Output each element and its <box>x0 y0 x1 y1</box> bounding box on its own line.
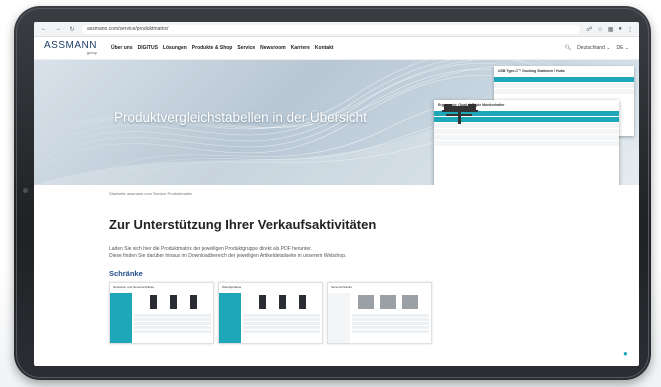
cabinet-image <box>380 295 396 309</box>
country-select[interactable]: Deutschland ⌄ <box>577 45 610 51</box>
breadcrumb[interactable]: Startseite assmann.com Service Produktma… <box>34 185 639 203</box>
site-logo[interactable]: ASSMANN group <box>44 41 97 55</box>
thumbnail-table <box>352 313 429 334</box>
share-icon[interactable]: ☍ <box>586 26 592 33</box>
camera-icon <box>23 188 28 193</box>
pdf-preview-monitor-arms: Ergonomie: Quad & Triple Monitorhalter <box>434 100 619 185</box>
monitor-arm-image <box>442 106 478 124</box>
cabinet-image <box>402 295 418 309</box>
intro-line-2: Diese finden Sie darüber hinaus im Downl… <box>109 253 347 259</box>
back-icon[interactable]: ← <box>40 26 48 32</box>
menu-icon[interactable]: ⋮ <box>627 26 633 33</box>
cabinet-image <box>279 295 286 309</box>
nav-item-newsroom[interactable]: Newsroom <box>260 45 286 51</box>
thumbnail-sidebar <box>219 293 241 343</box>
star-icon[interactable]: ☆ <box>597 26 602 33</box>
cabinet-image <box>190 295 197 309</box>
nav-item-karriere[interactable]: Karriere <box>291 45 310 51</box>
cabinet-image <box>170 295 177 309</box>
pdf-table-header-row <box>494 77 634 82</box>
pdf-thumbnail-title: Wandgehäuse <box>222 285 242 289</box>
pdf-table-row <box>434 141 619 146</box>
nav-item-digitus[interactable]: DIGITUS <box>138 45 158 51</box>
pdf-thumbnail-title: Netzwerk- und Serverschränke <box>113 285 155 289</box>
url-text: assmann.com/service/produktmatrix/ <box>87 26 169 32</box>
cabinet-image <box>150 295 157 309</box>
address-bar[interactable]: assmann.com/service/produktmatrix/ <box>82 24 581 34</box>
pdf-table-row <box>494 89 634 94</box>
pdf-table-row <box>434 129 619 134</box>
pdf-table-row <box>434 135 619 140</box>
nav-item-produkte-shop[interactable]: Produkte & Shop <box>192 45 233 51</box>
thumbnail-sidebar <box>110 293 132 343</box>
country-label: Deutschland <box>577 45 605 51</box>
thumbnail-sidebar <box>328 293 350 343</box>
nav-item-ueber-uns[interactable]: Über uns <box>111 45 133 51</box>
pdf-thumbnail-list: Netzwerk- und Serverschränke Wandgehäuse… <box>34 278 639 344</box>
intro-line-1: Laden Sie sich hier die Produktmatrix de… <box>109 246 312 252</box>
pdf-thumbnail[interactable]: Serverschränke <box>327 282 432 344</box>
pdf-thumbnail-title: Serverschränke <box>331 285 353 289</box>
extensions-icon[interactable]: ▦ <box>608 26 614 33</box>
site-header: ASSMANN group Über uns DIGITUS Lösungen … <box>34 37 639 60</box>
logo-subtext: group <box>86 50 97 55</box>
thumbnail-table <box>243 313 320 334</box>
pdf-preview-docking-title: USB Type-C™ Docking Stationen / Hubs <box>498 69 565 73</box>
pdf-thumbnail[interactable]: Wandgehäuse <box>218 282 323 344</box>
forward-icon[interactable]: → <box>54 26 62 32</box>
nav-item-kontakt[interactable]: Kontakt <box>315 45 334 51</box>
category-title-schraenke: Schränke <box>109 269 143 278</box>
cabinet-image <box>299 295 306 309</box>
pdf-thumbnail[interactable]: Netzwerk- und Serverschränke <box>109 282 214 344</box>
chat-icon[interactable]: ● <box>623 350 631 358</box>
hero-banner: Produktvergleichstabellen in der Übersic… <box>34 60 639 185</box>
intro-text: Laden Sie sich hier die Produktmatrix de… <box>34 232 639 260</box>
language-label: DE <box>616 45 624 51</box>
hero-title: Produktvergleichstabellen in der Übersic… <box>114 110 367 125</box>
search-icon[interactable]: 🔍︎ <box>565 45 571 51</box>
language-select[interactable]: DE ⌄ <box>616 45 629 51</box>
header-tools: 🔍︎ Deutschland ⌄ DE ⌄ <box>565 45 629 51</box>
section-title: Zur Unterstützung Ihrer Verkaufsaktivitä… <box>109 217 377 232</box>
cabinet-image <box>358 295 374 309</box>
browser-toolbar: ← → ↻ assmann.com/service/produktmatrix/… <box>34 22 639 37</box>
main-nav: Über uns DIGITUS Lösungen Produkte & Sho… <box>111 45 334 51</box>
tablet-frame: ← → ↻ assmann.com/service/produktmatrix/… <box>14 6 651 380</box>
pdf-table-row <box>494 83 634 88</box>
tablet-screen: ← → ↻ assmann.com/service/produktmatrix/… <box>34 22 639 366</box>
cabinet-image <box>259 295 266 309</box>
nav-item-loesungen[interactable]: Lösungen <box>163 45 187 51</box>
profile-icon[interactable]: ● <box>618 26 622 33</box>
thumbnail-table <box>134 313 211 334</box>
nav-item-service[interactable]: Service <box>237 45 255 51</box>
browser-actions: ☍ ☆ ▦ ● ⋮ <box>586 26 633 33</box>
reload-icon[interactable]: ↻ <box>68 26 76 33</box>
